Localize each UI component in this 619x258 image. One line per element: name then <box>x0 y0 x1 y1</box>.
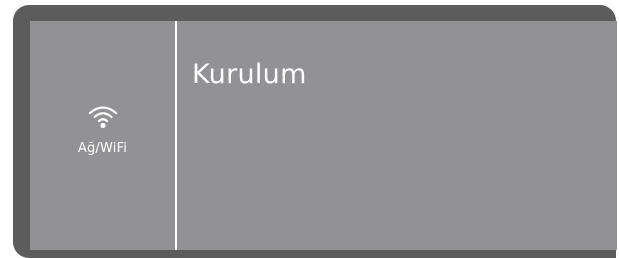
device-bezel: Ağ/WiFi Kurulum <box>13 5 617 258</box>
sidebar: Ağ/WiFi <box>30 21 177 250</box>
sidebar-item-label: Ağ/WiFi <box>77 141 128 156</box>
main-panel: Kurulum <box>177 21 617 250</box>
display-screen: Ağ/WiFi Kurulum <box>30 21 617 250</box>
page-title: Kurulum <box>192 59 307 90</box>
wifi-icon <box>88 106 117 129</box>
sidebar-item-network-wifi[interactable]: Ağ/WiFi <box>78 103 127 156</box>
